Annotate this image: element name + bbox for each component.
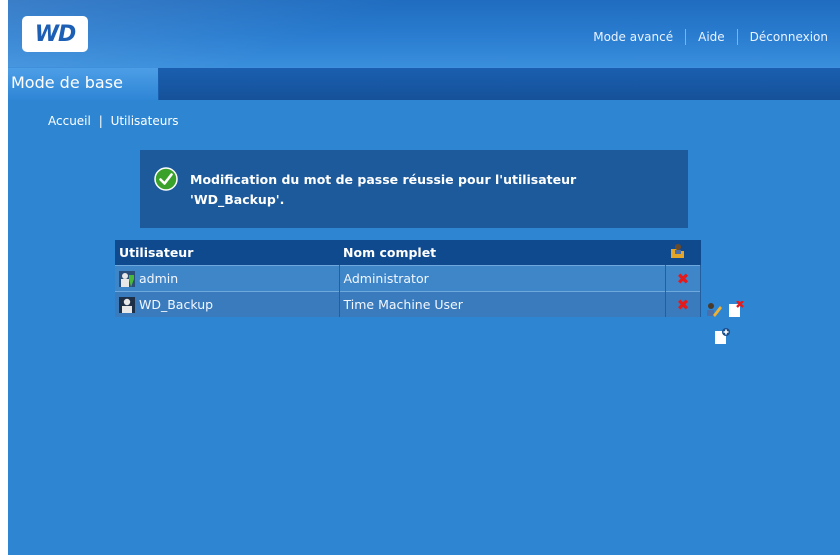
- side-actions: [706, 298, 766, 348]
- breadcrumb: Accueil | Utilisateurs: [48, 114, 179, 128]
- top-nav: Mode avancé Aide Déconnexion: [581, 28, 840, 46]
- breadcrumb-separator: |: [98, 114, 103, 128]
- fullname-cell: Time Machine User: [339, 291, 667, 317]
- notice-line-1: Modification du mot de passe réussie pou…: [190, 172, 577, 187]
- delete-x-icon[interactable]: ✖: [677, 270, 690, 288]
- breadcrumb-home[interactable]: Accueil: [48, 114, 91, 128]
- tab-basic-mode[interactable]: Mode de base: [8, 68, 159, 100]
- user-cell: WD_Backup: [115, 291, 340, 317]
- table-row[interactable]: admin Administrator ✖: [115, 265, 701, 292]
- logo-text: WD: [34, 21, 77, 47]
- header-action: [665, 240, 701, 266]
- delete-cell: ✖: [665, 265, 701, 292]
- header-fullname[interactable]: Nom complet: [339, 240, 666, 266]
- wd-logo[interactable]: WD: [22, 16, 88, 52]
- notice-line-2: 'WD_Backup'.: [190, 192, 285, 207]
- tab-bar: Mode de base: [8, 67, 840, 100]
- fullname-cell: Administrator: [339, 265, 667, 292]
- header-user[interactable]: Utilisateur: [115, 240, 340, 266]
- delete-cell: ✖: [665, 291, 701, 317]
- edit-pencil-icon[interactable]: [706, 301, 722, 317]
- nav-logout[interactable]: Déconnexion: [738, 30, 840, 44]
- nav-advanced-mode[interactable]: Mode avancé: [581, 30, 685, 44]
- app-window: WD Mode avancé Aide Déconnexion Mode de …: [8, 0, 840, 555]
- table-header-row: Utilisateur Nom complet: [115, 240, 701, 266]
- header: WD Mode avancé Aide Déconnexion: [8, 0, 840, 67]
- user-name[interactable]: admin: [139, 271, 178, 286]
- delete-x-icon[interactable]: ✖: [677, 296, 690, 314]
- table-row[interactable]: WD_Backup Time Machine User ✖: [115, 291, 701, 317]
- breadcrumb-current[interactable]: Utilisateurs: [111, 114, 179, 128]
- check-circle-icon: [154, 167, 178, 191]
- notice-text: Modification du mot de passe réussie pou…: [190, 170, 670, 210]
- user-cell: admin: [115, 265, 340, 292]
- user-name[interactable]: WD_Backup: [139, 297, 213, 312]
- add-user-icon[interactable]: [714, 328, 730, 344]
- delete-user-icon[interactable]: [728, 301, 744, 317]
- success-notice: Modification du mot de passe réussie pou…: [140, 150, 688, 228]
- admin-user-icon: [119, 270, 135, 287]
- user-icon: [119, 296, 135, 313]
- user-folder-icon: [670, 244, 684, 258]
- nav-help[interactable]: Aide: [686, 30, 737, 44]
- users-table: Utilisateur Nom complet admin Administra…: [115, 240, 701, 317]
